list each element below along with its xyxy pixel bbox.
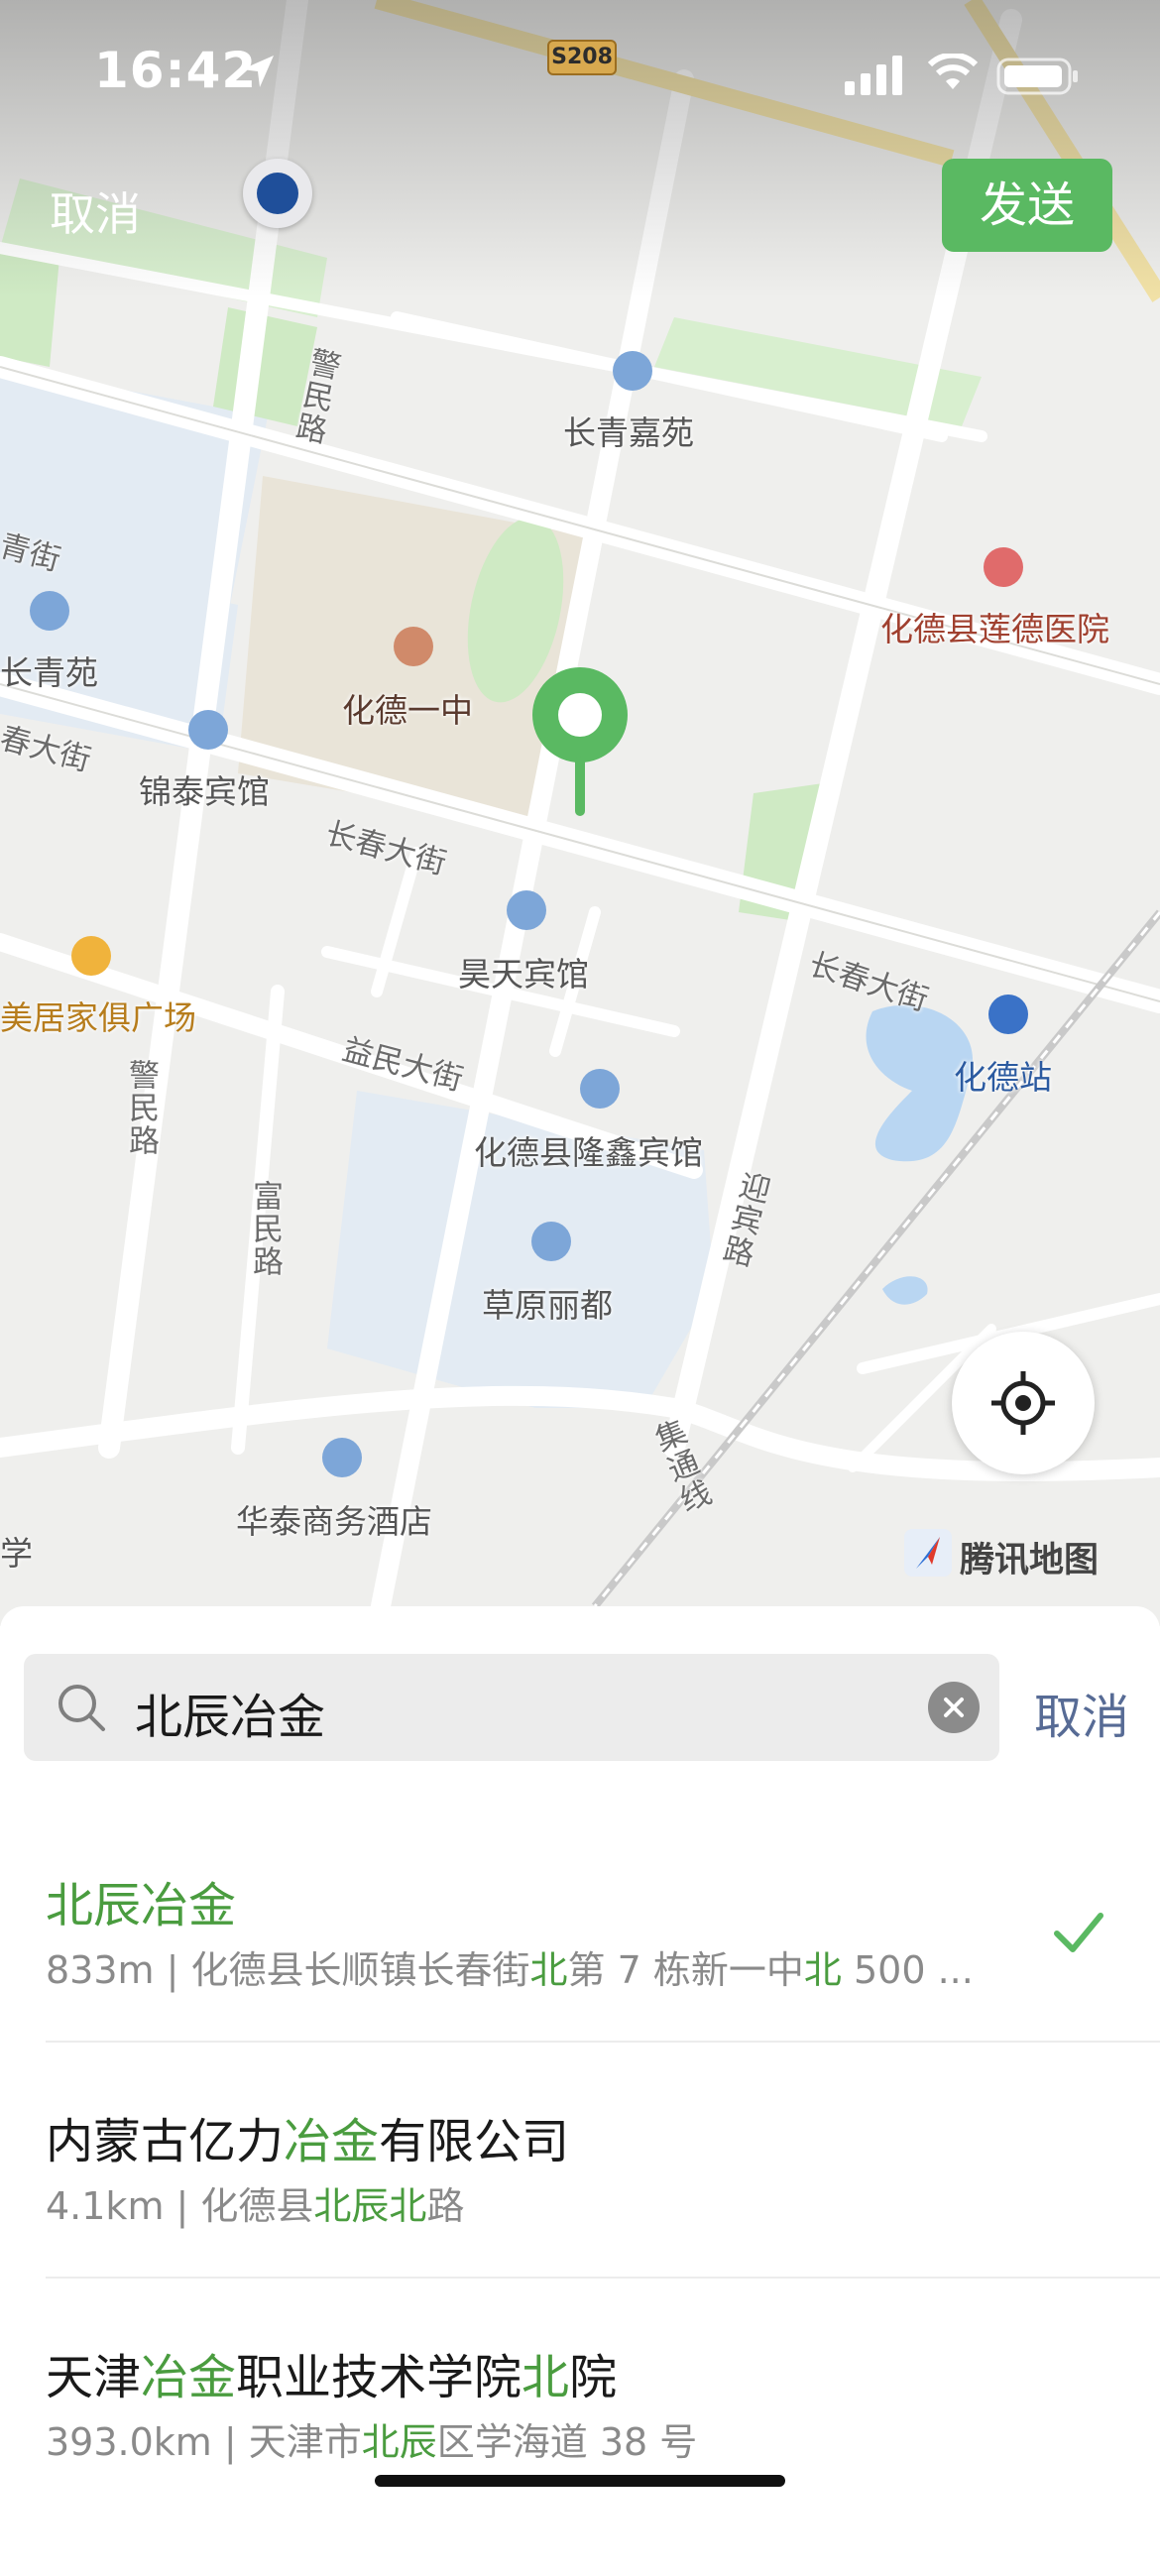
poi-label-haotian-hotel[interactable]: 昊天宾馆 (458, 948, 589, 995)
poi-label-huade-station[interactable]: 化德站 (954, 1051, 1052, 1099)
result-subtitle: 4.1km | 化德县北辰北路 (46, 2184, 465, 2228)
wifi-icon (928, 54, 978, 89)
train-station-icon (988, 995, 1028, 1034)
result-title: 天津冶金职业技术学院北院 (46, 2350, 618, 2405)
status-time: 16:42 (94, 42, 258, 99)
divider (46, 2277, 1160, 2279)
search-sheet: 北辰冶金 取消 北辰冶金 833m | 化德县长顺镇长春街北第 7 栋新一中北 … (0, 1606, 1160, 2511)
search-icon (58, 1685, 105, 1731)
road-label-jingmin-south: 警民路 (123, 1059, 159, 1157)
poi-label-huatai-hotel[interactable]: 华泰商务酒店 (236, 1495, 432, 1543)
search-query[interactable]: 北辰冶金 (135, 1678, 325, 1747)
divider (46, 2041, 1160, 2043)
signal-icon (845, 56, 902, 95)
hotel-icon (188, 710, 228, 750)
hotel-icon (507, 890, 546, 930)
result-subtitle: 393.0km | 天津市北辰区学海道 38 号 (46, 2420, 698, 2464)
result-item[interactable]: 天津冶金职业技术学院北院 393.0km | 天津市北辰区学海道 38 号 (0, 2338, 1160, 2576)
result-subtitle: 833m | 化德县长顺镇长春街北第 7 栋新一中北 500 ... (46, 1948, 974, 1992)
poi-label-longxin-hotel[interactable]: 化德县隆鑫宾馆 (474, 1126, 703, 1174)
checkmark-icon (1054, 1913, 1103, 1952)
poi-label-meiju-plaza[interactable]: 美居家俱广场 (0, 992, 196, 1039)
location-arrow-icon (242, 56, 274, 87)
user-location-icon (243, 159, 312, 228)
poi-label-changqing-jiayuan[interactable]: 长青嘉苑 (563, 407, 694, 454)
school-icon (394, 627, 433, 666)
close-icon (944, 1698, 964, 1717)
residential-icon (30, 591, 69, 631)
send-button[interactable]: 发送 (942, 159, 1112, 252)
status-bar: 16:42 (0, 0, 1160, 149)
poi-label-jintai-hotel[interactable]: 锦泰宾馆 (139, 765, 270, 813)
my-location-icon (991, 1371, 1055, 1435)
residential-icon (613, 351, 652, 391)
hospital-icon (984, 547, 1023, 587)
poi-label-edge-school[interactable]: 学 (0, 1527, 33, 1575)
tencent-map-logo-icon (904, 1529, 952, 1577)
road-label-fumin: 富民路 (247, 1180, 283, 1278)
hotel-icon (322, 1438, 362, 1477)
home-indicator[interactable] (375, 2475, 785, 2487)
residential-icon (531, 1222, 571, 1261)
clear-search-button[interactable] (928, 1682, 980, 1733)
map-cancel-button[interactable]: 取消 (50, 178, 141, 244)
map-pin-icon (532, 667, 628, 816)
result-title: 北辰冶金 (46, 1878, 237, 1933)
hotel-icon (580, 1069, 620, 1109)
search-cancel-button[interactable]: 取消 (1034, 1678, 1129, 1747)
shopping-icon (71, 936, 111, 976)
result-item[interactable]: 北辰冶金 833m | 化德县长顺镇长春街北第 7 栋新一中北 500 ... (0, 1866, 1160, 2104)
battery-icon (996, 58, 1078, 95)
my-location-button[interactable] (952, 1332, 1095, 1474)
poi-label-lotus-hospital[interactable]: 化德县莲德医院 (880, 603, 1109, 650)
result-title: 内蒙古亿力冶金有限公司 (46, 2114, 570, 2169)
poi-label-caoyuan-lidu[interactable]: 草原丽都 (482, 1279, 613, 1327)
tencent-map-logo-text: 腾讯地图 (960, 1541, 1100, 1581)
result-item[interactable]: 内蒙古亿力冶金有限公司 4.1km | 化德县北辰北路 (0, 2102, 1160, 2340)
poi-label-changqing-yuan[interactable]: 长青苑 (0, 646, 98, 694)
poi-label-huade-no1[interactable]: 化德一中 (342, 684, 473, 732)
search-input[interactable]: 北辰冶金 (24, 1654, 999, 1761)
